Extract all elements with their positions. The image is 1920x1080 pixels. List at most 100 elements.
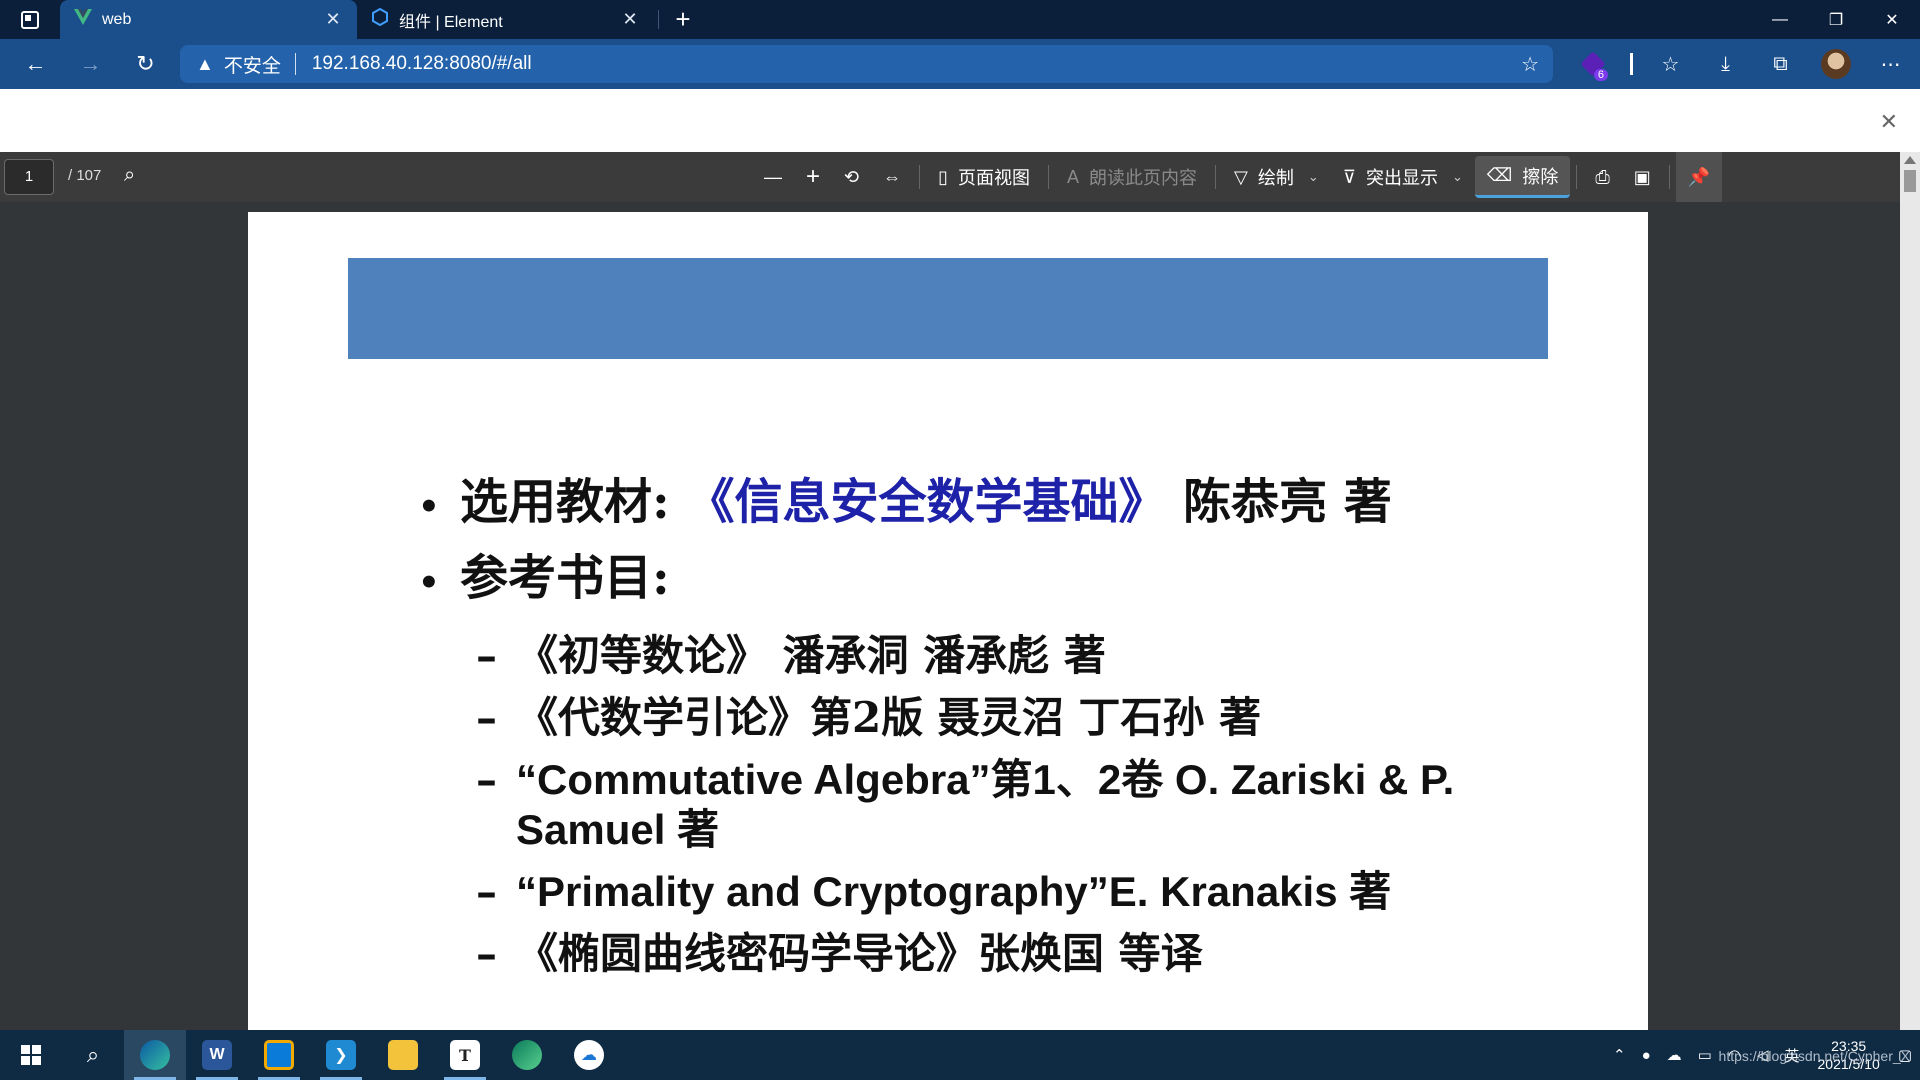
address-bar[interactable]: ▲ 不安全 192.168.40.128:8080/#/all ☆: [180, 45, 1553, 83]
info-strip: ✕: [0, 89, 1920, 152]
downloads-icon[interactable]: ⤓: [1698, 39, 1753, 89]
collections-icon[interactable]: ⧉: [1753, 39, 1808, 89]
search-icon[interactable]: ⌕: [124, 164, 135, 187]
close-tab-icon[interactable]: ✕: [620, 9, 640, 30]
favorites-icon[interactable]: ☆: [1643, 39, 1698, 89]
warning-icon: ▲: [196, 53, 214, 74]
window-controls: — ❐ ✕: [1752, 0, 1920, 39]
save-icon[interactable]: ▣: [1622, 152, 1663, 202]
chevron-down-icon[interactable]: ⌄: [1452, 169, 1463, 185]
new-tab-button[interactable]: +: [663, 0, 703, 39]
print-icon[interactable]: ⎙: [1583, 152, 1621, 202]
reference-item: – 《代数学引论》第2版 聂灵沼 丁石孙 著: [418, 693, 1558, 743]
scroll-up-icon[interactable]: [1904, 156, 1916, 164]
dash-icon: –: [476, 631, 497, 680]
close-tab-icon[interactable]: ✕: [323, 9, 343, 30]
qq-icon[interactable]: ●: [1634, 1047, 1659, 1064]
dash-icon: –: [476, 929, 497, 978]
pdf-toolbar: 1 / 107 ⌕ — + ⟲ ⇔ ▯ 页面视图 A 朗读此页内容 ▽ 绘制 ⌄…: [0, 152, 1920, 202]
restore-icon[interactable]: ❐: [1808, 0, 1864, 39]
draw-icon: ▽: [1234, 166, 1248, 187]
typora-taskbar-icon[interactable]: T: [434, 1030, 496, 1080]
chevron-down-icon[interactable]: ⌄: [1308, 169, 1319, 185]
file-explorer-taskbar-icon[interactable]: [372, 1030, 434, 1080]
bullet-textbook: • 选用教材: 《信息安全数学基础》 陈恭亮 著: [418, 467, 1558, 543]
highlighter-icon: ⊽: [1342, 166, 1356, 187]
draw-button[interactable]: ▽ 绘制 ⌄: [1222, 152, 1331, 202]
reference-item: – “Commutative Algebra”第1、2卷 O. Zariski …: [418, 755, 1558, 855]
page-view-button[interactable]: ▯ 页面视图: [926, 152, 1042, 202]
bullet-dot-icon: •: [418, 563, 440, 603]
watermark-text: https://blog.csdn.net/Cypher_X: [1718, 1048, 1910, 1064]
erase-button[interactable]: ⌫ 擦除: [1474, 156, 1571, 198]
forward-icon[interactable]: →: [63, 39, 118, 89]
tab-actions-icon[interactable]: [0, 0, 60, 39]
add-favorite-icon[interactable]: ☆: [1521, 52, 1539, 77]
draw-label: 绘制: [1257, 168, 1294, 188]
bullet-prefix: 选用教材:: [460, 474, 687, 530]
extension-icon[interactable]: 6: [1565, 39, 1620, 89]
onedrive-icon[interactable]: ☁: [1659, 1046, 1690, 1064]
scroll-thumb[interactable]: [1904, 170, 1916, 192]
close-window-icon[interactable]: ✕: [1864, 0, 1920, 39]
bullet-suffix: 陈恭亮 著: [1166, 474, 1392, 530]
tab-title: web: [102, 10, 132, 28]
toolbar-separator: [1668, 165, 1670, 189]
pdf-page: • 选用教材: 《信息安全数学基础》 陈恭亮 著 • 参考书目: – 《初等数论…: [248, 212, 1648, 1030]
fit-width-icon[interactable]: ⇔: [871, 152, 913, 202]
rotate-icon[interactable]: ⟲: [832, 152, 871, 202]
page-total: / 107: [68, 167, 102, 184]
document-scrollbar[interactable]: [1900, 152, 1920, 1030]
page-number-input[interactable]: 1: [4, 159, 54, 195]
reference-text: 《代数学引论》第2版 聂灵沼 丁石孙 著: [516, 693, 1262, 742]
element-logo-icon: [371, 7, 389, 31]
toolbar-separator: [1215, 165, 1217, 189]
windows-start-icon[interactable]: [0, 1030, 62, 1080]
vscode-taskbar-icon[interactable]: ❯: [310, 1030, 372, 1080]
toolbar-separator: [1048, 165, 1050, 189]
highlight-button[interactable]: ⊽ 突出显示 ⌄: [1331, 152, 1475, 202]
taskbar: ⌕ W ❯ T ☁ ⌃ ● ☁ ▭ ◠ ◁ 英 23:35 2021/5/10 …: [0, 1030, 1920, 1080]
extension-badge: 6: [1593, 69, 1608, 81]
word-taskbar-icon[interactable]: W: [186, 1030, 248, 1080]
zoom-out-icon[interactable]: —: [752, 152, 794, 202]
read-aloud-button[interactable]: A 朗读此页内容: [1055, 152, 1209, 202]
tab-web[interactable]: web ✕: [60, 0, 357, 39]
refresh-icon[interactable]: ↻: [118, 39, 173, 89]
pin-toolbar-icon[interactable]: 📌: [1675, 152, 1723, 202]
more-menu-icon[interactable]: ⋯: [1863, 39, 1918, 89]
read-aloud-label: 朗读此页内容: [1089, 168, 1198, 188]
slide-content: • 选用教材: 《信息安全数学基础》 陈恭亮 著 • 参考书目: – 《初等数论…: [418, 467, 1558, 979]
toolbar-divider: [1630, 53, 1633, 75]
reference-text: 《椭圆曲线密码学导论》张焕国 等译: [516, 929, 1203, 978]
page-view-icon: ▯: [938, 166, 949, 187]
tab-bar: web ✕ 组件 | Element ✕ + — ❐ ✕: [0, 0, 1920, 39]
dash-icon: –: [476, 867, 497, 916]
reference-text: “Primality and Cryptography”E. Kranakis …: [516, 868, 1392, 915]
edge-taskbar-icon[interactable]: [124, 1030, 186, 1080]
minimize-icon[interactable]: —: [1752, 0, 1808, 39]
navigation-bar: ← → ↻ ▲ 不安全 192.168.40.128:8080/#/all ☆ …: [0, 39, 1920, 89]
zoom-in-icon[interactable]: +: [794, 152, 832, 202]
edge-beta-taskbar-icon[interactable]: [496, 1030, 558, 1080]
eraser-icon: ⌫: [1486, 165, 1513, 185]
close-icon[interactable]: ✕: [1880, 109, 1898, 135]
search-icon[interactable]: ⌕: [62, 1030, 124, 1080]
reference-text: “Commutative Algebra”第1、2卷 O. Zariski & …: [516, 756, 1455, 853]
reference-text: 《初等数论》 潘承洞 潘承彪 著: [516, 631, 1106, 680]
slide-title-banner: [348, 258, 1548, 359]
security-label[interactable]: 不安全: [224, 51, 281, 78]
cloud-app-taskbar-icon[interactable]: ☁: [558, 1030, 620, 1080]
tab-title: 组件 | Element: [399, 13, 503, 31]
remote-desktop-taskbar-icon[interactable]: [248, 1030, 310, 1080]
profile-avatar[interactable]: [1808, 39, 1863, 89]
bullet-prefix: 参考书目:: [460, 550, 670, 606]
textbook-title: 《信息安全数学基础》: [686, 474, 1167, 530]
battery-icon[interactable]: ▭: [1690, 1046, 1720, 1064]
reference-item: – 《椭圆曲线密码学导论》张焕国 等译: [418, 929, 1558, 979]
toolbar-separator: [919, 165, 921, 189]
url-text[interactable]: 192.168.40.128:8080/#/all: [312, 53, 532, 75]
show-hidden-icons[interactable]: ⌃: [1605, 1046, 1634, 1064]
back-icon[interactable]: ←: [8, 39, 63, 89]
tab-element[interactable]: 组件 | Element ✕: [357, 0, 654, 39]
